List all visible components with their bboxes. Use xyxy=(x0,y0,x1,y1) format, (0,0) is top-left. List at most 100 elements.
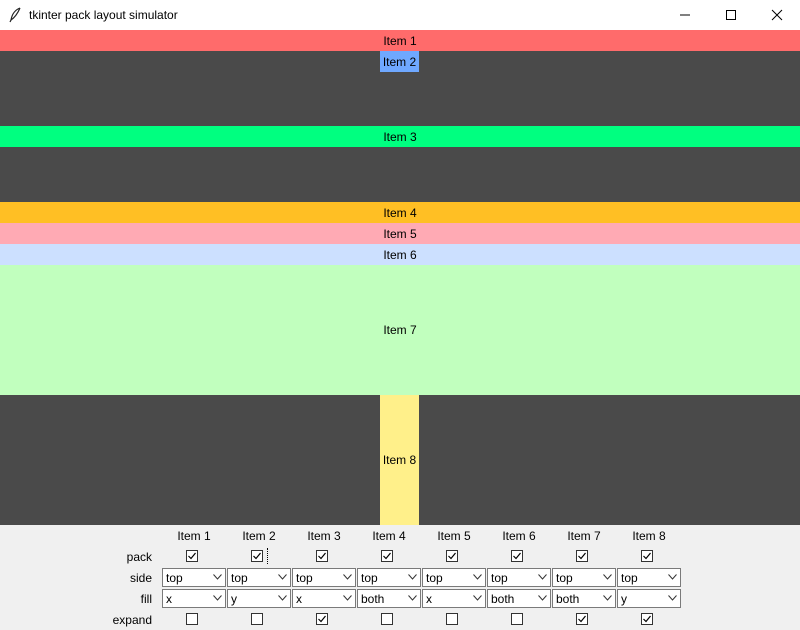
expand-checkbox[interactable] xyxy=(316,613,328,625)
packed-item-label: Item 7 xyxy=(383,323,417,337)
side-select-value: top xyxy=(231,571,248,585)
title-bar: tkinter pack layout simulator xyxy=(0,0,800,30)
chevron-down-icon xyxy=(278,574,287,580)
minimize-button[interactable] xyxy=(662,0,708,30)
checkmark-icon xyxy=(318,615,326,623)
column-header: Item 4 xyxy=(372,529,406,543)
chevron-down-icon xyxy=(473,595,482,601)
side-select[interactable]: top xyxy=(617,568,681,587)
chevron-down-icon xyxy=(473,574,482,580)
side-select-value: top xyxy=(296,571,313,585)
fill-select[interactable]: both xyxy=(487,589,551,608)
layout-canvas: Item 1 Item 2 Item 3 Item 4 Item 5 Item … xyxy=(0,30,800,525)
packed-item-7: Item 7 xyxy=(0,265,800,395)
chevron-down-icon xyxy=(408,574,417,580)
checkmark-icon xyxy=(643,615,651,623)
pack-checkbox[interactable] xyxy=(576,550,588,562)
chevron-down-icon xyxy=(343,574,352,580)
side-select[interactable]: top xyxy=(552,568,616,587)
fill-select[interactable]: x xyxy=(292,589,356,608)
packed-item-label: Item 4 xyxy=(383,205,417,220)
packed-item-label: Item 8 xyxy=(382,453,417,467)
packed-item-3: Item 3 xyxy=(0,126,800,147)
fill-select-value: x xyxy=(166,592,172,606)
expand-checkbox[interactable] xyxy=(446,613,458,625)
column-header: Item 3 xyxy=(307,529,341,543)
row-label-pack: pack xyxy=(126,550,152,564)
chevron-down-icon xyxy=(538,595,547,601)
expand-checkbox[interactable] xyxy=(576,613,588,625)
fill-select[interactable]: x xyxy=(422,589,486,608)
pack-checkbox[interactable] xyxy=(511,550,523,562)
chevron-down-icon xyxy=(603,574,612,580)
pack-checkbox[interactable] xyxy=(316,550,328,562)
pack-checkbox[interactable] xyxy=(381,550,393,562)
focus-indicator xyxy=(265,548,268,564)
fill-select[interactable]: both xyxy=(357,589,421,608)
fill-select[interactable]: both xyxy=(552,589,616,608)
fill-select-value: both xyxy=(361,592,385,606)
side-select[interactable]: top xyxy=(487,568,551,587)
expand-checkbox[interactable] xyxy=(381,613,393,625)
fill-select[interactable]: y xyxy=(227,589,291,608)
packed-item-4: Item 4 xyxy=(0,202,800,223)
fill-select[interactable]: x xyxy=(162,589,226,608)
checkmark-icon xyxy=(383,552,391,560)
side-select-value: top xyxy=(426,571,443,585)
chevron-down-icon xyxy=(668,574,677,580)
packed-item-label: Item 2 xyxy=(382,54,417,69)
maximize-icon xyxy=(726,10,736,20)
chevron-down-icon xyxy=(538,574,547,580)
packed-item-8: Item 8 xyxy=(380,395,419,525)
checkmark-icon xyxy=(513,552,521,560)
packed-item-label: Item 5 xyxy=(383,226,417,241)
chevron-down-icon xyxy=(603,595,612,601)
checkmark-icon xyxy=(578,615,586,623)
expand-checkbox[interactable] xyxy=(511,613,523,625)
packed-item-5: Item 5 xyxy=(0,223,800,244)
chevron-down-icon xyxy=(343,595,352,601)
chevron-down-icon xyxy=(213,595,222,601)
side-select-value: top xyxy=(621,571,638,585)
pack-checkbox[interactable] xyxy=(186,550,198,562)
packed-item-label: Item 6 xyxy=(383,247,417,262)
fill-select-value: x xyxy=(426,592,432,606)
side-select[interactable]: top xyxy=(357,568,421,587)
maximize-button[interactable] xyxy=(708,0,754,30)
side-select[interactable]: top xyxy=(292,568,356,587)
fill-select-value: both xyxy=(491,592,515,606)
checkmark-icon xyxy=(643,552,651,560)
window-title: tkinter pack layout simulator xyxy=(29,8,178,22)
fill-select-value: y xyxy=(231,592,237,606)
minimize-icon xyxy=(680,14,690,16)
packed-item-1: Item 1 xyxy=(0,30,800,51)
column-header: Item 7 xyxy=(567,529,601,543)
column-header: Item 6 xyxy=(502,529,536,543)
fill-select-value: x xyxy=(296,592,302,606)
pack-checkbox[interactable] xyxy=(641,550,653,562)
row-label-side: side xyxy=(129,571,152,585)
checkmark-icon xyxy=(448,552,456,560)
row-label-fill: fill xyxy=(140,592,152,606)
checkmark-icon xyxy=(318,552,326,560)
chevron-down-icon xyxy=(278,595,287,601)
side-select[interactable]: top xyxy=(162,568,226,587)
side-select[interactable]: top xyxy=(422,568,486,587)
side-select-value: top xyxy=(166,571,183,585)
side-select[interactable]: top xyxy=(227,568,291,587)
pack-checkbox[interactable] xyxy=(446,550,458,562)
chevron-down-icon xyxy=(408,595,417,601)
side-select-value: top xyxy=(556,571,573,585)
expand-checkbox[interactable] xyxy=(641,613,653,625)
close-button[interactable] xyxy=(754,0,800,30)
packed-item-label: Item 3 xyxy=(383,129,417,144)
column-header: Item 8 xyxy=(632,529,666,543)
packed-item-2: Item 2 xyxy=(380,51,419,72)
column-header: Item 5 xyxy=(437,529,471,543)
pack-checkbox[interactable] xyxy=(251,550,263,562)
fill-select[interactable]: y xyxy=(617,589,681,608)
expand-checkbox[interactable] xyxy=(251,613,263,625)
expand-checkbox[interactable] xyxy=(186,613,198,625)
column-header: Item 1 xyxy=(177,529,211,543)
controls-panel: pack side fill expand Item 1 top x Item … xyxy=(0,525,800,630)
